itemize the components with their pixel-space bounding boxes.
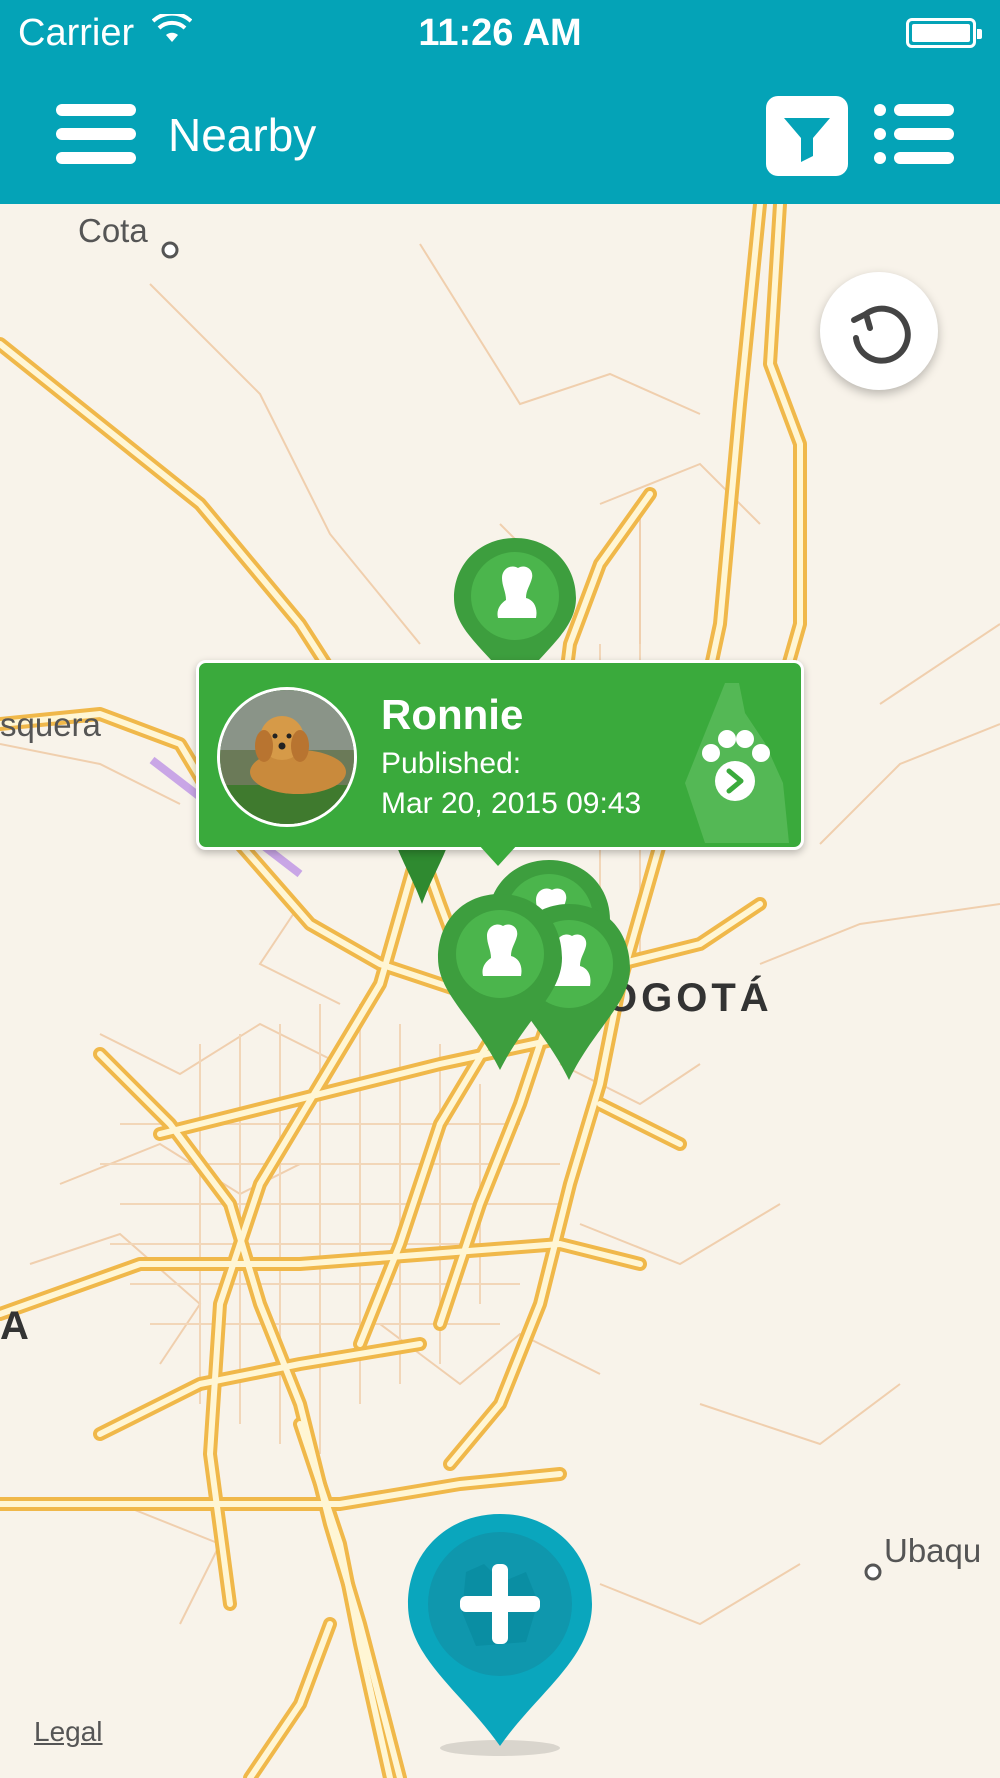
top-bar: Carrier 11:26 AM Nearby bbox=[0, 0, 1000, 204]
filter-button[interactable] bbox=[766, 96, 848, 176]
paw-arrow-icon[interactable] bbox=[665, 673, 795, 843]
list-view-button[interactable] bbox=[874, 104, 954, 164]
map-label-cota: Cota bbox=[78, 212, 148, 249]
refresh-button[interactable] bbox=[820, 272, 938, 390]
map-label-mosquera: squera bbox=[0, 706, 101, 743]
pet-map-pin[interactable] bbox=[434, 890, 566, 1074]
published-date: Mar 20, 2015 09:43 bbox=[381, 787, 642, 820]
hamburger-menu-icon[interactable] bbox=[56, 104, 136, 164]
published-label: Published: bbox=[381, 747, 522, 780]
pet-photo bbox=[217, 687, 357, 827]
map-label-edge: A bbox=[0, 1304, 33, 1348]
map-label-ubaque: Ubaqu bbox=[884, 1532, 982, 1569]
filter-icon bbox=[784, 118, 830, 162]
legal-link[interactable]: Legal bbox=[34, 1716, 103, 1748]
status-time: 11:26 AM bbox=[418, 12, 582, 54]
page-title: Nearby bbox=[168, 109, 317, 161]
pet-name: Ronnie bbox=[381, 691, 524, 738]
battery-icon bbox=[906, 18, 982, 48]
pet-callout[interactable]: Ronnie Published: Mar 20, 2015 09:43 bbox=[196, 660, 804, 850]
refresh-icon bbox=[851, 305, 911, 364]
callout-pointer bbox=[478, 844, 518, 866]
list-view-icon bbox=[874, 104, 954, 164]
add-pet-button[interactable] bbox=[406, 1512, 594, 1758]
